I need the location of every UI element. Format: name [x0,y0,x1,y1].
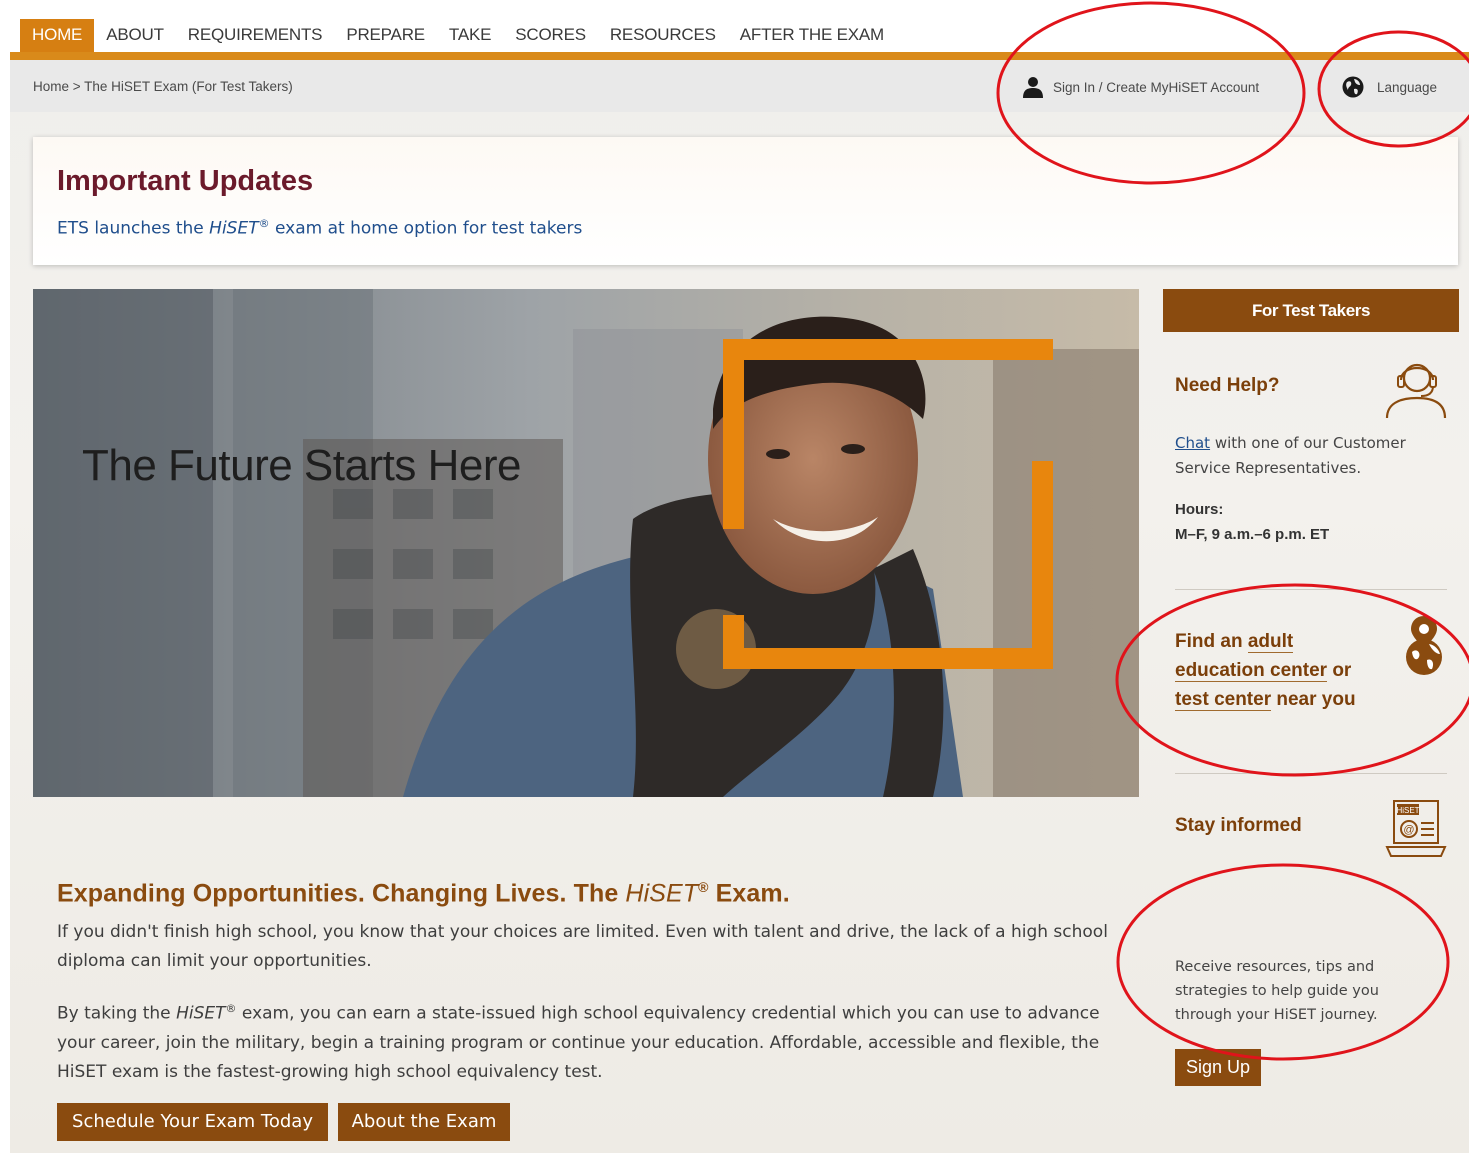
updates-link[interactable]: ETS launches the HiSET® exam at home opt… [57,217,582,239]
utility-bar: Home > The HiSET Exam (For Test Takers) … [10,60,1469,112]
nav-take[interactable]: TAKE [437,19,503,52]
at-sign-glyph: @ [1403,824,1414,836]
breadcrumb[interactable]: Home > The HiSET Exam (For Test Takers) [33,79,293,94]
nav-about[interactable]: ABOUT [94,19,176,52]
schedule-exam-button[interactable]: Schedule Your Exam Today [57,1103,328,1141]
sign-in-label: Sign In / Create MyHiSET Account [1053,79,1260,95]
benefits-paragraph: By taking the HiSET® exam, you can earn … [57,1002,1100,1082]
headset-support-icon [1385,363,1447,419]
find-center-text: Find an adult education center or test c… [1175,631,1356,711]
sidebar-divider-2 [1175,773,1447,774]
about-exam-button[interactable]: About the Exam [338,1103,510,1141]
page-content: Home > The HiSET Exam (For Test Takers) … [10,60,1469,1153]
top-navigation: HOME ABOUT REQUIREMENTS PREPARE TAKE SCO… [0,0,1469,52]
test-takers-sidebar: For Test Takers Need Help? Chat with one… [1163,289,1459,1153]
nav-resources[interactable]: RESOURCES [598,19,728,52]
stay-informed-description: Receive resources, tips and strategies t… [1175,959,1379,1023]
updates-title: Important Updates [57,165,314,197]
sign-up-button[interactable]: Sign Up [1175,1049,1261,1086]
stay-informed-title: Stay informed [1175,815,1302,836]
hero-title: The Future Starts Here [82,441,521,490]
top-nav-menu: HOME ABOUT REQUIREMENTS PREPARE TAKE SCO… [20,19,896,52]
need-help-title: Need Help? [1175,375,1280,396]
hero-photo [33,289,1139,797]
sidebar-divider [1175,589,1447,590]
location-globe-icon [1406,616,1442,675]
nav-after-the-exam[interactable]: AFTER THE EXAM [728,19,896,52]
important-updates-card: Important Updates ETS launches the HiSET… [33,137,1458,265]
intro-paragraph: If you didn't finish high school, you kn… [57,922,1108,971]
nav-home[interactable]: HOME [20,19,95,52]
newsletter-icon: HiSET @ [1385,800,1447,857]
nav-accent-bar [10,52,1469,60]
globe-icon [1342,76,1364,98]
nav-requirements[interactable]: REQUIREMENTS [176,19,335,52]
user-icon [1023,77,1043,98]
hours-label: Hours: [1175,501,1224,518]
chat-link[interactable]: Chat [1175,434,1210,452]
sidebar-header: For Test Takers [1163,289,1459,332]
test-center-link[interactable]: test center [1175,689,1272,711]
sign-in-link[interactable]: Sign In / Create MyHiSET Account [1023,76,1259,98]
hours: Hours: M–F, 9 a.m.–6 p.m. ET [1175,497,1329,547]
newsletter-icon-text: HiSET [1396,806,1419,815]
main-heading: Expanding Opportunities. Changing Lives.… [57,879,790,908]
hero-banner: The Future Starts Here [33,289,1139,797]
language-label: Language [1377,79,1438,95]
nav-prepare[interactable]: PREPARE [334,19,437,52]
nav-scores[interactable]: SCORES [503,19,598,52]
language-selector[interactable]: Language [1342,76,1437,98]
chat-description: Chat with one of our Customer Service Re… [1175,434,1406,477]
hours-value: M–F, 9 a.m.–6 p.m. ET [1175,526,1330,543]
